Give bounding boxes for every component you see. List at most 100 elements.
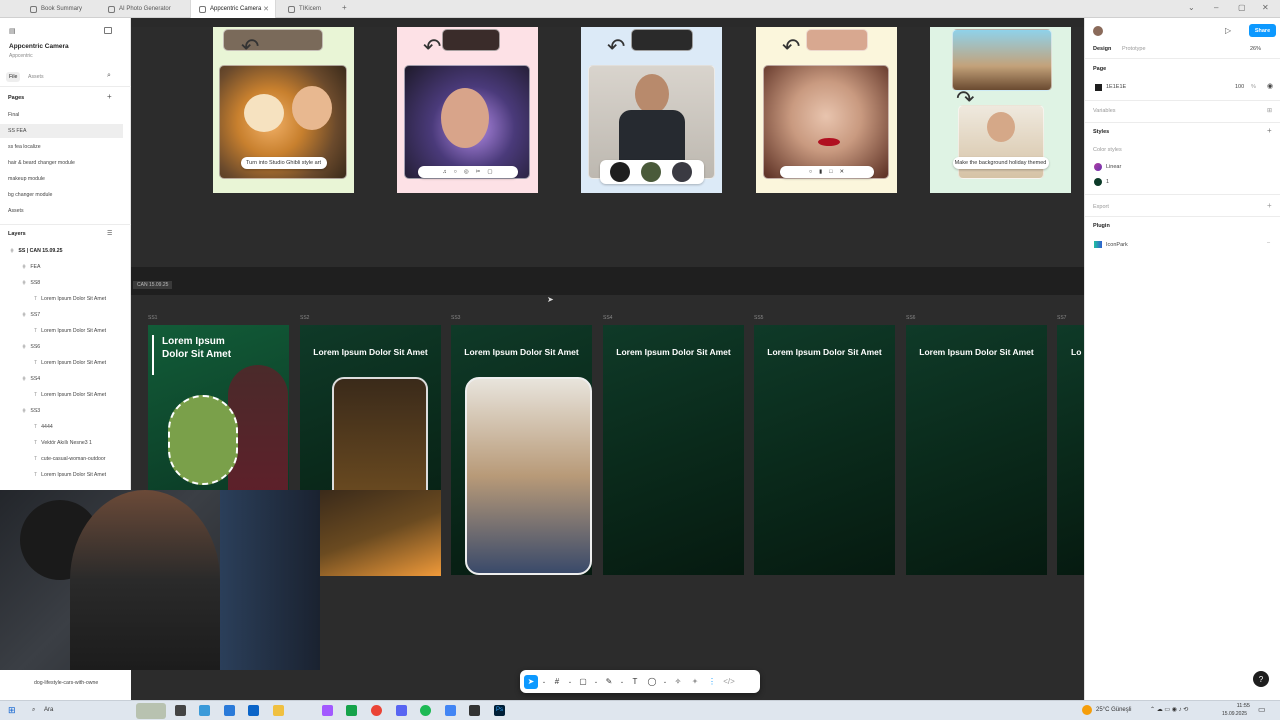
help-icon[interactable]: ? bbox=[1253, 671, 1269, 687]
layer-item[interactable]: T cute-casual-woman-outdoor bbox=[0, 452, 123, 466]
zoom-level[interactable]: 26% bbox=[1250, 46, 1261, 52]
remove-plugin-icon[interactable]: – bbox=[1267, 240, 1270, 246]
maximize-icon[interactable]: ▢ bbox=[1238, 3, 1246, 12]
sidebar-toggle-icon[interactable] bbox=[104, 27, 112, 34]
page-item[interactable]: hair & beard changer module bbox=[0, 156, 123, 170]
close-window-icon[interactable]: ✕ bbox=[1262, 3, 1269, 12]
tool-icon[interactable]: ✂ bbox=[476, 169, 481, 175]
tab-design[interactable]: Design bbox=[1093, 46, 1111, 52]
move-tool-icon[interactable]: ➤ bbox=[524, 674, 538, 689]
screenshot-frame-ss3[interactable]: Lorem Ipsum Dolor Sit Amet bbox=[451, 325, 592, 575]
eye-icon[interactable]: ◉ bbox=[1267, 82, 1273, 90]
comment-tool-icon[interactable]: ◯ bbox=[645, 675, 659, 689]
chevron-down-icon[interactable]: ⌄ bbox=[541, 675, 547, 689]
add-page-icon[interactable]: + bbox=[107, 92, 112, 101]
page-item[interactable]: SS FEA bbox=[0, 124, 123, 138]
main-menu-icon[interactable]: ▤ bbox=[9, 27, 16, 35]
frame-tool-icon[interactable]: # bbox=[550, 675, 564, 689]
app-icon[interactable] bbox=[469, 705, 480, 716]
notification-icon[interactable]: ▭ bbox=[1258, 705, 1266, 714]
dev-mode-icon[interactable]: ⋮ bbox=[705, 675, 719, 689]
layer-item[interactable]: ⋕ SS4 bbox=[0, 372, 123, 386]
chrome-icon[interactable] bbox=[371, 705, 382, 716]
windows-start-icon[interactable]: ⊞ bbox=[8, 705, 16, 716]
weather-text[interactable]: 25°C Güneşli bbox=[1096, 707, 1131, 713]
tab-ai-photo-generator[interactable]: AI Photo Generator bbox=[100, 0, 188, 18]
layer-item[interactable]: T 4444 bbox=[0, 420, 123, 434]
feature-frame-background[interactable]: ↷ Make the background holiday themed bbox=[930, 27, 1071, 193]
frame-label[interactable]: SS7 bbox=[1057, 315, 1066, 321]
layer-item[interactable]: ⋕ SS | CAN 15.09.25 bbox=[0, 244, 123, 258]
share-button[interactable]: Share bbox=[1249, 24, 1276, 37]
layers-options-icon[interactable]: ☰ bbox=[107, 230, 112, 237]
taskbar-search[interactable]: Ara bbox=[44, 707, 53, 713]
tool-icon[interactable]: ○ bbox=[809, 169, 812, 175]
screenshot-frame-ss4[interactable]: Lorem Ipsum Dolor Sit Amet bbox=[603, 325, 744, 575]
tool-icon[interactable]: ♫ bbox=[442, 169, 446, 175]
ai-tool-icon[interactable]: ✦ bbox=[688, 675, 702, 689]
tool-icon[interactable]: ○ bbox=[454, 169, 457, 175]
taskbar-widget-image[interactable] bbox=[136, 703, 166, 719]
frame-label[interactable]: SS4 bbox=[603, 315, 612, 321]
minimize-icon[interactable]: – bbox=[1214, 3, 1218, 12]
chevron-down-icon[interactable]: ⌄ bbox=[567, 675, 573, 689]
tab-file[interactable]: File bbox=[6, 72, 21, 82]
frame-label[interactable]: SS2 bbox=[300, 315, 309, 321]
pen-tool-icon[interactable]: ✎ bbox=[602, 675, 616, 689]
tab-prototype[interactable]: Prototype bbox=[1122, 46, 1146, 52]
tab-tikicem[interactable]: TIKicem bbox=[280, 0, 338, 18]
file-explorer-icon[interactable] bbox=[273, 705, 284, 716]
outfit-option[interactable] bbox=[671, 162, 692, 182]
layer-item[interactable]: T Lorem Ipsum Dolor Sit Amet bbox=[0, 324, 123, 338]
tool-icon[interactable]: ◎ bbox=[464, 169, 469, 175]
figma-icon[interactable] bbox=[322, 705, 333, 716]
discord-icon[interactable] bbox=[396, 705, 407, 716]
tool-icon[interactable]: ▢ bbox=[487, 169, 492, 175]
layer-item[interactable]: T Vektör Akıllı Nesne3 1 bbox=[0, 436, 123, 450]
page-color-swatch[interactable] bbox=[1095, 84, 1102, 91]
chevron-down-icon[interactable]: ⌄ bbox=[619, 675, 625, 689]
tool-icon[interactable]: ✕ bbox=[840, 169, 845, 175]
feature-frame-outfit[interactable]: ↶ bbox=[581, 27, 722, 193]
tab-book-summary[interactable]: Book Summary bbox=[22, 0, 98, 18]
color-style-name[interactable]: 1 bbox=[1106, 179, 1109, 185]
tab-assets[interactable]: Assets bbox=[28, 74, 44, 80]
layer-item[interactable]: T Lorem Ipsum Dolor Sit Amet bbox=[0, 468, 123, 482]
frame-label[interactable]: SS3 bbox=[451, 315, 460, 321]
page-item[interactable]: Final bbox=[0, 108, 123, 122]
variables-icon[interactable]: ⊞ bbox=[1267, 107, 1272, 114]
frame-label[interactable]: SS5 bbox=[754, 315, 763, 321]
screenshot-frame-ss6[interactable]: Lorem Ipsum Dolor Sit Amet bbox=[906, 325, 1047, 575]
page-item[interactable]: Assets bbox=[0, 204, 123, 218]
outfit-option[interactable] bbox=[640, 162, 661, 182]
code-icon[interactable]: </> bbox=[722, 675, 736, 689]
plugin-name[interactable]: IconPark bbox=[1106, 242, 1128, 248]
page-color-value[interactable]: 1E1E1E bbox=[1106, 84, 1126, 90]
frame-label[interactable]: SS1 bbox=[148, 315, 157, 321]
layer-item[interactable]: T Lorem Ipsum Dolor Sit Amet bbox=[0, 292, 123, 306]
feature-frame-sound[interactable]: ↶ ♫ ○ ◎ ✂ ▢ bbox=[397, 27, 538, 193]
screenshot-frame-partial[interactable]: Lo bbox=[1057, 325, 1084, 575]
variables-title[interactable]: Variables bbox=[1093, 108, 1116, 114]
section-label[interactable]: CAN 15.09.25 bbox=[133, 281, 173, 289]
export-title[interactable]: Export bbox=[1093, 204, 1109, 210]
frame-label[interactable]: SS6 bbox=[906, 315, 915, 321]
task-view-icon[interactable] bbox=[175, 705, 186, 716]
layer-item[interactable]: ⋕ SS7 bbox=[0, 308, 123, 322]
text-tool-icon[interactable]: T bbox=[628, 675, 642, 689]
layer-item[interactable]: ⋕ FEA bbox=[0, 260, 123, 274]
layer-item[interactable]: T Lorem Ipsum Dolor Sit Amet bbox=[0, 356, 123, 370]
rectangle-tool-icon[interactable]: ▢ bbox=[576, 675, 590, 689]
feature-frame-ghibli[interactable]: ↶ Turn into Studio Ghibli style art bbox=[213, 27, 354, 193]
clock-date[interactable]: 15.09.2025 bbox=[1222, 711, 1247, 717]
tray-icons[interactable]: ⌃ ☁ ▭ ◉ ♪ ⟲ bbox=[1150, 706, 1188, 713]
tool-icon[interactable]: ▮ bbox=[819, 169, 822, 175]
file-name[interactable]: Appcentric Camera bbox=[9, 43, 69, 50]
close-icon[interactable]: ✕ bbox=[263, 5, 269, 13]
page-opacity-value[interactable]: 100 bbox=[1235, 84, 1244, 90]
add-export-icon[interactable]: + bbox=[1267, 201, 1272, 210]
chevron-down-icon[interactable]: ⌄ bbox=[662, 675, 668, 689]
layer-item[interactable]: dog-lifestyle-cars-with-owne bbox=[34, 680, 98, 686]
screenshot-frame-ss5[interactable]: Lorem Ipsum Dolor Sit Amet bbox=[754, 325, 895, 575]
browser-icon[interactable] bbox=[445, 705, 456, 716]
